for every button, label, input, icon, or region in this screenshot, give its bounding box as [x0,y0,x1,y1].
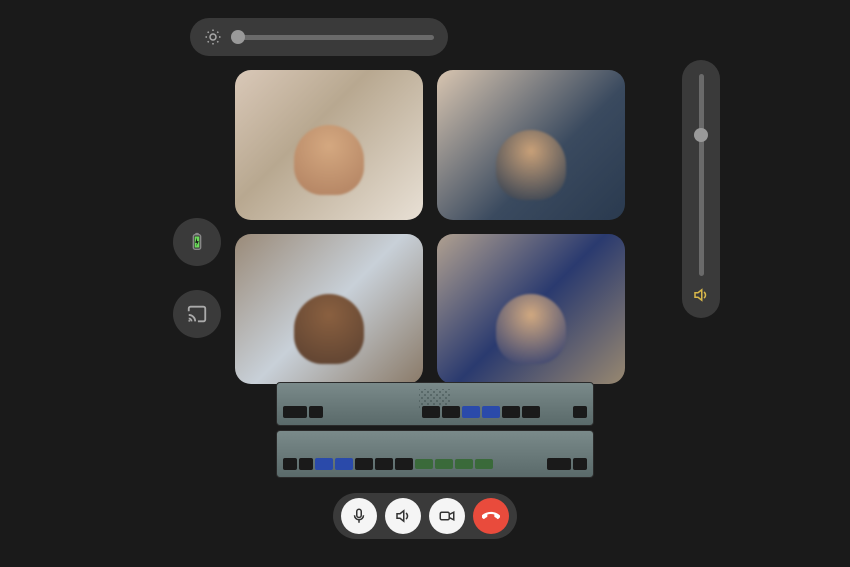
participant-tile[interactable] [437,70,625,220]
brightness-track[interactable] [232,35,434,40]
battery-button[interactable] [173,218,221,266]
device-top-unit [276,382,594,426]
camera-icon [438,507,456,525]
device-bottom-unit [276,430,594,478]
hardware-device [276,382,594,480]
volume-track[interactable] [699,74,704,276]
speaker-icon [394,507,412,525]
video-grid [235,70,625,384]
participant-tile[interactable] [235,70,423,220]
cast-icon [186,303,208,325]
cast-button[interactable] [173,290,221,338]
camera-button[interactable] [429,498,465,534]
mic-icon [350,507,368,525]
brightness-thumb[interactable] [231,30,245,44]
speaker-icon [692,286,710,304]
volume-thumb[interactable] [694,128,708,142]
participant-tile[interactable] [235,234,423,384]
microphone-button[interactable] [341,498,377,534]
end-call-button[interactable] [473,498,509,534]
brightness-slider[interactable] [190,18,448,56]
call-controls [333,493,517,539]
phone-icon [482,507,500,525]
battery-icon [186,231,208,253]
volume-slider[interactable] [682,60,720,318]
participant-tile[interactable] [437,234,625,384]
speaker-button[interactable] [385,498,421,534]
brightness-icon [204,28,222,46]
